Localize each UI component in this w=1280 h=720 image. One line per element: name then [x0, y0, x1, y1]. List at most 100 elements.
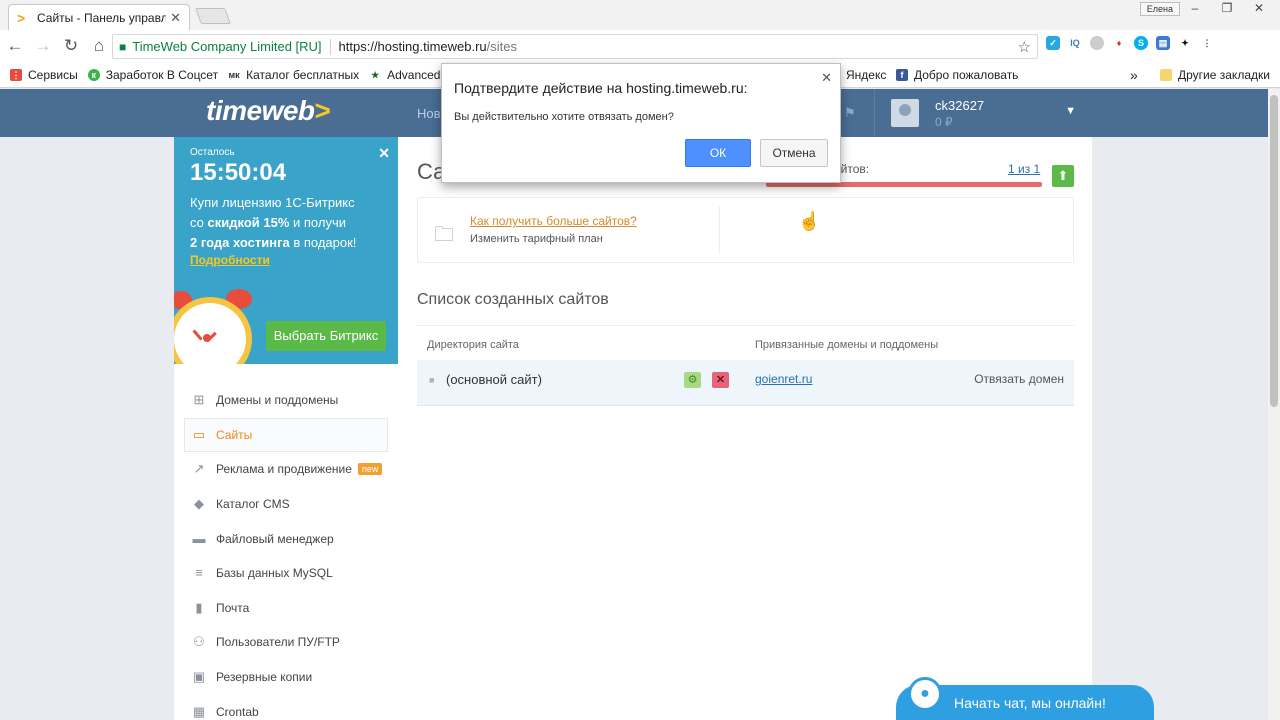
promo-fragment: в подарок!	[289, 235, 357, 250]
choose-bitrix-button[interactable]: Выбрать Битрикс	[266, 321, 386, 351]
profile-chip[interactable]: Елена	[1139, 2, 1180, 16]
cube-icon: ◆	[194, 496, 204, 512]
sidebar-item-label: Домены и поддомены	[216, 393, 339, 408]
close-icon[interactable]: ✕	[378, 145, 390, 162]
settings-gear-button[interactable]: ⚙	[684, 372, 701, 388]
forward-icon[interactable]: →	[30, 33, 56, 59]
bookmark-label: Advanced	[387, 67, 441, 82]
back-icon[interactable]: ←	[2, 33, 28, 59]
restore-icon[interactable]: ❐	[1216, 1, 1238, 15]
chevron-down-icon[interactable]: ▼	[1065, 105, 1076, 117]
promo-discount: скидкой 15%	[207, 215, 290, 230]
bookmark-label: Сервисы	[28, 67, 78, 82]
bookmark-earnings[interactable]: к Заработок В Соцсет	[87, 68, 218, 82]
folder-icon	[1160, 68, 1172, 81]
sites-limit-count[interactable]: 1 из 1	[1008, 162, 1040, 176]
calendar-icon: ▦	[192, 703, 206, 719]
sidebar-item-domains[interactable]: ⊞ Домены и поддомены	[184, 383, 388, 418]
user-menu[interactable]: ck32627 0 ₽ ▼	[874, 89, 1092, 137]
browser-tab[interactable]: > Сайты - Панель управле ✕	[8, 4, 190, 30]
chart-icon: ↗	[193, 461, 205, 477]
more-sites-box: 🗀 Как получить больше сайтов? Изменить т…	[417, 197, 1074, 263]
address-bar[interactable]: ■ TimeWeb Company Limited [RU] https://h…	[112, 34, 1038, 59]
sidebar-item-label: Сайты	[216, 427, 253, 442]
sidebar-item-sites[interactable]: ▭ Сайты	[184, 417, 388, 453]
bookmarks-overflow[interactable]: »	[1130, 67, 1138, 83]
gear-icon: ⚙	[687, 374, 698, 386]
sidebar-item-mysql[interactable]: ≡ Базы данных MySQL	[184, 556, 388, 591]
more-sites-link[interactable]: Как получить больше сайтов?	[470, 214, 637, 228]
extension-iq-icon[interactable]: IQ	[1068, 36, 1082, 50]
dialog-title: Подтвердите действие на hosting.timeweb.…	[454, 80, 748, 96]
domain-link[interactable]: goienret.ru	[755, 372, 812, 386]
tab-close-icon[interactable]: ✕	[170, 10, 181, 26]
promo-left-label: Осталось	[190, 147, 235, 158]
promo-banner: ✕ Осталось 15:50:04 Купи лицензию 1С-Бит…	[174, 137, 398, 364]
promo-fragment: и получи	[289, 215, 346, 230]
close-icon[interactable]: ✕	[821, 70, 832, 86]
sidebar-item-label: Реклама и продвижение	[216, 462, 352, 477]
column-header-domains: Привязанные домены и поддомены	[755, 339, 939, 351]
sidebar-item-advertising[interactable]: ↗ Реклама и продвижение new	[184, 452, 388, 487]
window-controls: – ❐ ✕	[1184, 1, 1270, 15]
tab-title: Сайты - Панель управле	[37, 10, 167, 25]
folder-plus-icon: 🗀	[434, 224, 454, 246]
timeweb-logo[interactable]: timeweb>	[206, 95, 331, 127]
new-badge: new	[357, 463, 383, 476]
bookmark-services[interactable]: ⋮ Сервисы	[10, 68, 78, 82]
sidebar-item-mail[interactable]: ▮ Почта	[184, 591, 388, 626]
bookmark-catalog[interactable]: мк Каталог бесплатных	[228, 68, 359, 82]
lock-icon: ■	[119, 39, 127, 54]
promo-details-link[interactable]: Подробности	[190, 253, 270, 267]
dialog-message: Вы действительно хотите отвязать домен?	[454, 111, 674, 123]
catalog-icon: мк	[228, 68, 241, 81]
sidebar-item-cms[interactable]: ◆ Каталог CMS	[184, 487, 388, 522]
close-window-icon[interactable]: ✕	[1248, 1, 1270, 15]
sites-list-title: Список созданных сайтов	[417, 291, 609, 308]
new-tab-button[interactable]	[195, 8, 231, 24]
home-icon[interactable]: ⌂	[86, 33, 112, 59]
sidebar-item-files[interactable]: ▬ Файловый менеджер	[184, 521, 388, 556]
sidebar-item-crontab[interactable]: ▦ Crontab	[184, 694, 388, 720]
header-nav-item[interactable]: Нов	[417, 106, 441, 121]
upgrade-button[interactable]: ⬆	[1052, 165, 1074, 187]
ok-button[interactable]: ОК	[685, 139, 751, 167]
bookmark-advanced[interactable]: ★ Advanced	[369, 68, 440, 82]
unbind-domain-link[interactable]: Отвязать домен	[974, 372, 1064, 386]
scrollbar-thumb[interactable]	[1270, 95, 1278, 407]
mailbox-icon: ▮	[195, 599, 203, 615]
extension-skype-icon[interactable]: S	[1134, 36, 1148, 50]
bookmark-label: Яндекс	[846, 67, 887, 82]
sidebar: ✕ Осталось 15:50:04 Купи лицензию 1С-Бит…	[174, 137, 398, 720]
page-scrollbar[interactable]	[1268, 89, 1280, 720]
cancel-button[interactable]: Отмена	[760, 139, 828, 167]
minimize-icon[interactable]: –	[1184, 1, 1206, 15]
promo-line: со скидкой 15% и получи	[190, 213, 386, 233]
sidebar-item-users[interactable]: ⚇ Пользователи ПУ/FTP	[184, 625, 388, 660]
sidebar-item-label: Файловый менеджер	[216, 531, 334, 546]
change-plan-text: Изменить тарифный план	[470, 233, 603, 245]
delete-site-button[interactable]: ✕	[712, 372, 729, 388]
facebook-icon: f	[896, 68, 908, 81]
window-icon: ▭	[192, 426, 206, 442]
reload-icon[interactable]: ↻	[58, 33, 84, 59]
sidebar-item-label: Каталог CMS	[216, 497, 290, 512]
extensions-bar: ✓ IQ ♦ S ▤ ✦ ⋮	[1046, 36, 1214, 50]
promo-text: Купи лицензию 1С-Битрикс со скидкой 15% …	[190, 193, 386, 253]
extension-circle-icon[interactable]	[1090, 36, 1104, 50]
bookmark-star-icon[interactable]: ☆	[1018, 38, 1031, 56]
divider	[719, 206, 720, 254]
promo-line: Купи лицензию 1С-Битрикс	[190, 195, 355, 210]
hand-cursor-icon: ☝	[798, 211, 821, 231]
chrome-menu-icon[interactable]: ⋮	[1200, 36, 1214, 50]
extension-figure-icon[interactable]: ✦	[1178, 36, 1192, 50]
flag-icon[interactable]: ⚑	[844, 105, 856, 121]
bookmark-yandex[interactable]: Яндекс	[846, 68, 886, 82]
extension-check-icon[interactable]: ✓	[1046, 36, 1060, 50]
live-chat-button[interactable]: ● Начать чат, мы онлайн!	[896, 677, 1154, 720]
sidebar-item-backups[interactable]: ▣ Резервные копии	[184, 660, 388, 695]
other-bookmarks[interactable]: Другие закладки	[1160, 68, 1270, 82]
extension-pepper-icon[interactable]: ♦	[1112, 36, 1126, 50]
bookmark-welcome[interactable]: f Добро пожаловать	[896, 68, 1018, 82]
extension-panel-icon[interactable]: ▤	[1156, 36, 1170, 50]
